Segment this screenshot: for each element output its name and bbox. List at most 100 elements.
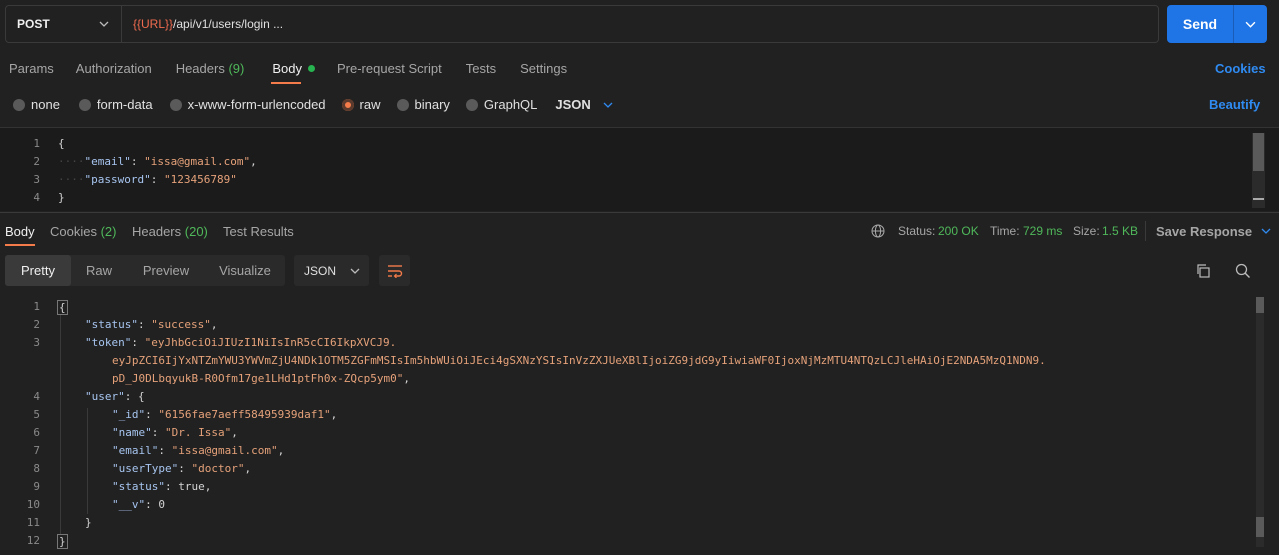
send-options-button[interactable] xyxy=(1234,5,1267,43)
size-value[interactable]: 1.5 KB xyxy=(1102,224,1138,238)
json-key: "token" xyxy=(85,336,132,349)
view-visualize-button[interactable]: Visualize xyxy=(205,255,285,286)
code-line: ····"email": "issa@gmail.com", xyxy=(58,155,257,168)
body-indicator-dot xyxy=(307,65,315,72)
cookies-link[interactable]: Cookies xyxy=(1215,61,1266,76)
line-number: 6 xyxy=(33,426,40,439)
view-pretty-button[interactable]: Pretty xyxy=(5,255,71,286)
url-input[interactable]: {{URL}}/api/v1/users/login ... xyxy=(122,17,283,31)
radio-binary[interactable]: binary xyxy=(396,97,450,112)
active-tab-underline xyxy=(271,82,301,84)
search-icon[interactable] xyxy=(1235,263,1251,279)
resp-tab-body[interactable]: Body xyxy=(5,224,35,239)
line-number: 4 xyxy=(33,191,40,204)
resp-tab-headers[interactable]: Headers (20) xyxy=(132,224,208,239)
resp-tab-count: (20) xyxy=(184,224,208,239)
radio-circle-selected xyxy=(341,98,354,111)
radio-circle xyxy=(169,98,182,111)
json-number: 0 xyxy=(158,498,165,511)
resp-tab-label: Headers xyxy=(132,224,182,239)
view-preview-button[interactable]: Preview xyxy=(127,255,205,286)
tab-headers[interactable]: Headers (9) xyxy=(176,61,245,76)
globe-icon[interactable] xyxy=(871,224,885,238)
json-string: "issa@gmail.com" xyxy=(171,444,278,457)
body-format-select[interactable]: JSON xyxy=(555,97,613,112)
status-label: Status: xyxy=(898,224,936,238)
code-line: "token": "eyJhbGciOiJIUzI1NiIsInR5cCI6Ik… xyxy=(85,336,397,349)
line-number: 2 xyxy=(33,155,40,168)
send-button[interactable]: Send xyxy=(1167,5,1234,43)
code-line: pD_J0DLbqyukB-R0Ofm17ge1LHd1ptFh0x-ZQcp5… xyxy=(112,372,411,385)
code-line: } xyxy=(57,534,68,549)
code-line: { xyxy=(58,137,65,150)
json-string-continued: eyJpZCI6IjYxNTZmYWU3YWVmZjU4NDk1OTM5ZGFm… xyxy=(112,354,1046,367)
json-string: "success" xyxy=(151,318,211,331)
body-type-options: none form-data x-www-form-urlencoded raw… xyxy=(13,97,613,112)
line-number: 1 xyxy=(33,137,40,150)
line-number: 3 xyxy=(33,336,40,349)
status-value[interactable]: 200 OK xyxy=(938,224,979,238)
view-mode-group: Pretty Raw Preview Visualize xyxy=(5,255,285,286)
tab-body-label: Body xyxy=(272,61,302,76)
json-string-continued: pD_J0DLbqyukB-R0Ofm17ge1LHd1ptFh0x-ZQcp5… xyxy=(112,372,404,385)
response-scrollbar[interactable] xyxy=(1256,297,1264,547)
code-line: "userType": "doctor", xyxy=(112,462,252,475)
active-tab-underline xyxy=(5,244,35,246)
radio-form-data[interactable]: form-data xyxy=(78,97,153,112)
scrollbar-thumb[interactable] xyxy=(1256,297,1264,313)
tab-params[interactable]: Params xyxy=(9,61,54,76)
json-string: "eyJhbGciOiJIUzI1NiIsInR5cCI6IkpXVCJ9. xyxy=(144,336,397,349)
request-body-editor[interactable] xyxy=(0,127,1279,211)
method-select[interactable]: POST xyxy=(6,6,122,42)
line-number: 11 xyxy=(26,516,40,529)
radio-label: GraphQL xyxy=(483,97,538,112)
radio-raw[interactable]: raw xyxy=(341,97,381,112)
code-line: { xyxy=(57,300,68,315)
tab-pre-request-script[interactable]: Pre-request Script xyxy=(337,61,442,76)
radio-x-www-form-urlencoded[interactable]: x-www-form-urlencoded xyxy=(169,97,326,112)
radio-label: raw xyxy=(359,97,381,112)
chevron-down-icon xyxy=(603,102,613,108)
send-button-group: Send xyxy=(1167,5,1267,43)
scrollbar-thumb[interactable] xyxy=(1253,133,1264,171)
json-boolean: true xyxy=(178,480,205,493)
radio-label: form-data xyxy=(96,97,153,112)
pane-divider[interactable] xyxy=(0,212,1279,213)
json-key: "password" xyxy=(84,173,151,186)
resp-tab-cookies[interactable]: Cookies (2) xyxy=(50,224,116,239)
copy-icon[interactable] xyxy=(1195,263,1211,279)
radio-none[interactable]: none xyxy=(13,97,60,112)
line-number: 9 xyxy=(33,480,40,493)
json-key: "name" xyxy=(112,426,152,439)
radio-graphql[interactable]: GraphQL xyxy=(465,97,538,112)
request-scrollbar[interactable] xyxy=(1252,133,1265,208)
indent-guide xyxy=(87,408,88,514)
radio-circle xyxy=(465,98,478,111)
json-key: "email" xyxy=(84,155,131,168)
json-key: "user" xyxy=(85,390,125,403)
resp-tab-test-results[interactable]: Test Results xyxy=(223,224,294,239)
code-line: "email": "issa@gmail.com", xyxy=(112,444,285,457)
radio-circle xyxy=(78,98,91,111)
beautify-button[interactable]: Beautify xyxy=(1209,97,1260,112)
view-raw-button[interactable]: Raw xyxy=(71,255,127,286)
tab-authorization[interactable]: Authorization xyxy=(76,61,152,76)
resp-tab-label: Cookies xyxy=(50,224,97,239)
wrap-lines-button[interactable] xyxy=(379,255,410,286)
code-line: "_id": "6156fae7aeff58495939daf1", xyxy=(112,408,338,421)
tab-body[interactable]: Body xyxy=(272,61,315,76)
json-string: "issa@gmail.com" xyxy=(144,155,251,168)
time-value[interactable]: 729 ms xyxy=(1023,224,1062,238)
response-format-label: JSON xyxy=(304,263,337,278)
json-string: "Dr. Issa" xyxy=(165,426,232,439)
tab-settings[interactable]: Settings xyxy=(520,61,567,76)
brace: } xyxy=(58,191,65,204)
chevron-down-icon xyxy=(1261,228,1271,234)
scrollbar-thumb[interactable] xyxy=(1256,517,1264,537)
code-line: "__v": 0 xyxy=(112,498,165,511)
url-path: /api/v1/users/login ... xyxy=(173,17,284,31)
save-response-button[interactable]: Save Response xyxy=(1156,224,1271,239)
response-format-select[interactable]: JSON xyxy=(294,255,369,286)
tab-headers-count: (9) xyxy=(228,61,245,76)
tab-tests[interactable]: Tests xyxy=(466,61,496,76)
